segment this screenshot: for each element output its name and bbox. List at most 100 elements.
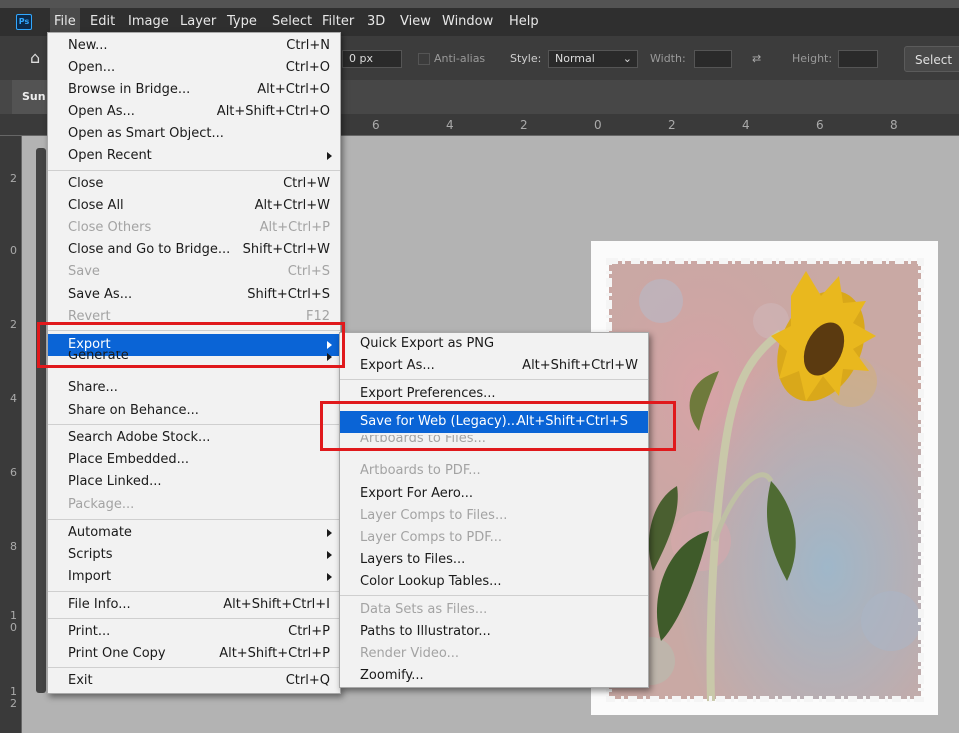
ruler-tick: 8 [10, 540, 17, 553]
submenu-arrow-icon [327, 551, 332, 559]
menu-item-print[interactable]: Print... Ctrl+P [48, 621, 340, 643]
home-icon[interactable]: ⌂ [30, 50, 46, 66]
menu-item-shortcut: Alt+Shift+Ctrl+O [216, 104, 330, 119]
menu-item-export-for-aero[interactable]: Export For Aero... [340, 483, 648, 505]
menu-item-label: Close All [68, 198, 124, 213]
menu-separator [48, 170, 340, 171]
menu-item-browse-in-bridge[interactable]: Browse in Bridge... Alt+Ctrl+O [48, 79, 340, 101]
menu-item-label: Layer Comps to PDF... [360, 530, 503, 545]
menu-item-shortcut: Alt+Ctrl+P [259, 220, 330, 235]
menu-item-exit[interactable]: Exit Ctrl+Q [48, 670, 340, 692]
menu-item-label: Open As... [68, 104, 135, 119]
menu-item-label: Layers to Files... [360, 552, 466, 567]
antialias-checkbox[interactable] [418, 53, 430, 65]
menu-item-label: Share on Behance... [68, 403, 199, 418]
menu-item-render-video: Render Video... [340, 643, 648, 665]
menu-item-shortcut: Alt+Shift+Ctrl+W [522, 358, 638, 373]
menu-item-color-lookup-tables[interactable]: Color Lookup Tables... [340, 571, 648, 593]
menu-item-label: Close Others [68, 220, 152, 235]
ruler-tick: 6 [10, 466, 17, 479]
menu-separator [48, 424, 340, 425]
menu-item-close-all[interactable]: Close All Alt+Ctrl+W [48, 195, 340, 217]
menu-item-label: Place Embedded... [68, 452, 189, 467]
menu-item-share-on-behance[interactable]: Share on Behance... [48, 400, 340, 422]
menu-item-search-adobe-stock[interactable]: Search Adobe Stock... [48, 427, 340, 449]
style-select[interactable]: Normal ⌄ [548, 50, 638, 68]
menu-separator [340, 595, 648, 596]
menu-item-place-linked[interactable]: Place Linked... [48, 471, 340, 493]
menu-item-label: Save As... [68, 287, 133, 302]
menu-item-label: Place Linked... [68, 474, 162, 489]
menu-item-label: Import [68, 569, 112, 584]
menu-item-label: Zoomify... [360, 668, 424, 683]
menu-item-close-others: Close Others Alt+Ctrl+P [48, 217, 340, 239]
menu-separator [48, 618, 340, 619]
menu-item-new[interactable]: New... Ctrl+N [48, 35, 340, 57]
ruler-tick: 2 [668, 118, 676, 132]
menu-item-scripts[interactable]: Scripts [48, 544, 340, 566]
menu-window[interactable]: Window [438, 8, 497, 36]
submenu-arrow-icon [327, 573, 332, 581]
antialias-label: Anti-alias [434, 52, 486, 65]
menu-item-zoomify[interactable]: Zoomify... [340, 665, 648, 687]
height-label: Height: [792, 52, 833, 65]
menu-item-open-as-smart-object[interactable]: Open as Smart Object... [48, 123, 340, 145]
menu-item-shortcut: Ctrl+P [288, 624, 330, 639]
export-submenu: Quick Export as PNG Export As... Alt+Shi… [339, 332, 649, 688]
menu-item-label: Close and Go to Bridge... [68, 242, 231, 257]
menu-item-label: Automate [68, 525, 132, 540]
menu-item-label: Export For Aero... [360, 486, 473, 501]
ruler-tick: 0 [594, 118, 602, 132]
submenu-arrow-icon [327, 529, 332, 537]
ruler-tick: 2 [10, 172, 17, 185]
menu-item-shortcut: Ctrl+O [285, 60, 330, 75]
menu-item-shortcut: Shift+Ctrl+S [247, 287, 330, 302]
menu-view[interactable]: View [396, 8, 435, 36]
menu-item-layers-to-files[interactable]: Layers to Files... [340, 549, 648, 571]
menu-item-quick-export-png[interactable]: Quick Export as PNG [340, 333, 648, 355]
menu-item-label: Export As... [360, 358, 435, 373]
menu-separator [48, 667, 340, 668]
menu-item-label: New... [68, 38, 108, 53]
menu-item-open-as[interactable]: Open As... Alt+Shift+Ctrl+O [48, 101, 340, 123]
menu-item-export-as[interactable]: Export As... Alt+Shift+Ctrl+W [340, 355, 648, 377]
menu-item-label: Browse in Bridge... [68, 82, 191, 97]
menu-item-shortcut: Ctrl+S [287, 264, 330, 279]
menu-item-shortcut: Ctrl+N [286, 38, 330, 53]
menu-item-layer-comps-to-files: Layer Comps to Files... [340, 505, 648, 527]
menu-item-label: Print... [68, 624, 111, 639]
menu-item-save-as[interactable]: Save As... Shift+Ctrl+S [48, 284, 340, 306]
select-and-mask-button[interactable]: Select a [904, 46, 959, 93]
menu-item-import[interactable]: Import [48, 566, 340, 588]
menu-item-shortcut: Alt+Ctrl+W [254, 198, 330, 213]
height-input[interactable] [838, 50, 878, 68]
menu-item-open[interactable]: Open... Ctrl+O [48, 57, 340, 79]
swap-icon[interactable]: ⇄ [752, 50, 761, 68]
menu-item-share[interactable]: Share... [48, 377, 340, 399]
menu-item-label: Data Sets as Files... [360, 602, 488, 617]
export-highlight-annotation [37, 322, 345, 368]
ruler-tick: 1 2 [10, 685, 17, 710]
menu-item-file-info[interactable]: File Info... Alt+Shift+Ctrl+I [48, 594, 340, 616]
ruler-tick: 1 0 [10, 609, 17, 634]
menu-item-open-recent[interactable]: Open Recent [48, 145, 340, 167]
menu-item-label: Render Video... [360, 646, 460, 661]
menu-item-place-embedded[interactable]: Place Embedded... [48, 449, 340, 471]
menu-item-print-one-copy[interactable]: Print One Copy Alt+Shift+Ctrl+P [48, 643, 340, 665]
menu-3d[interactable]: 3D [363, 8, 389, 36]
menu-item-close-and-go-to-bridge[interactable]: Close and Go to Bridge... Shift+Ctrl+W [48, 239, 340, 261]
menu-item-data-sets-as-files: Data Sets as Files... [340, 599, 648, 621]
menu-item-label: Print One Copy [68, 646, 166, 661]
menu-separator [48, 519, 340, 520]
ruler-tick: 6 [372, 118, 380, 132]
menu-item-label: Open as Smart Object... [68, 126, 224, 141]
menu-help[interactable]: Help [505, 8, 543, 36]
menu-item-automate[interactable]: Automate [48, 522, 340, 544]
ruler-tick: 0 [10, 244, 17, 257]
menu-item-paths-to-illustrator[interactable]: Paths to Illustrator... [340, 621, 648, 643]
menu-item-close[interactable]: Close Ctrl+W [48, 173, 340, 195]
menu-item-shortcut: Alt+Shift+Ctrl+P [219, 646, 330, 661]
feather-input[interactable]: 0 px [342, 50, 402, 68]
menu-item-shortcut: Alt+Shift+Ctrl+I [223, 597, 330, 612]
width-input[interactable] [694, 50, 732, 68]
